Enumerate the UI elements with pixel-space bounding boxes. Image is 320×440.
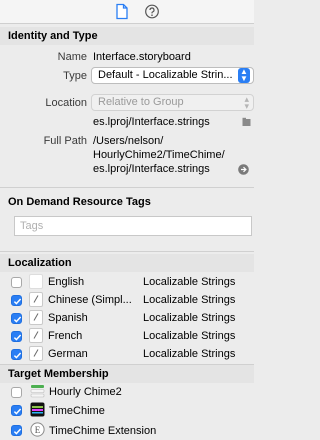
localization-language: German: [48, 348, 88, 360]
target-row: E TimeChime Extension: [0, 421, 254, 439]
section-divider: [0, 251, 254, 252]
target-section-header[interactable]: Target Membership: [0, 365, 254, 383]
strings-file-icon: [29, 274, 43, 289]
location-file-value: es.lproj/Interface.strings: [93, 116, 210, 128]
watch-app-icon: [30, 402, 45, 417]
location-label: Location: [45, 97, 87, 109]
localization-checkbox[interactable]: [11, 349, 22, 360]
localization-language: French: [48, 330, 83, 342]
location-stepper-icon: ▴ ▾: [244, 94, 249, 111]
localization-language: Chinese (Simpl...: [48, 294, 132, 306]
name-value[interactable]: Interface.storyboard: [93, 51, 191, 63]
section-divider: [0, 187, 254, 188]
inspector-tab-bar: [0, 0, 254, 24]
target-name: Hourly Chime2: [49, 386, 122, 398]
location-popup-value: Relative to Group: [98, 96, 184, 108]
localization-checkbox[interactable]: [11, 295, 22, 306]
target-checkbox[interactable]: [11, 405, 22, 416]
type-popup-value: Default - Localizable Strin...: [98, 69, 233, 81]
name-label: Name: [57, 51, 87, 63]
tags-input[interactable]: Tags: [14, 216, 252, 236]
localization-type: Localizable Strings: [143, 276, 236, 288]
target-row: Hourly Chime2: [0, 383, 254, 401]
localization-row: English Localizable Strings: [0, 273, 254, 291]
type-label: Type: [63, 70, 87, 82]
location-popup[interactable]: Relative to Group ▴ ▾: [91, 94, 254, 111]
fullpath-line-3: es.lproj/Interface.strings: [93, 163, 210, 175]
localization-row: Chinese (Simpl... Localizable Strings: [0, 291, 254, 309]
localization-row: Spanish Localizable Strings: [0, 309, 254, 327]
file-inspector-icon[interactable]: [114, 3, 130, 20]
quick-help-icon[interactable]: [144, 3, 160, 20]
target-checkbox[interactable]: [11, 387, 22, 398]
strings-file-icon: [29, 310, 43, 325]
extension-icon: E: [30, 422, 45, 437]
target-checkbox[interactable]: [11, 425, 22, 436]
localization-row: German Localizable Strings: [0, 345, 254, 363]
localization-type: Localizable Strings: [143, 348, 236, 360]
localization-type: Localizable Strings: [143, 294, 236, 306]
fullpath-line-1: /Users/nelson/: [93, 135, 164, 147]
localization-type: Localizable Strings: [143, 330, 236, 342]
identity-section-header[interactable]: Identity and Type: [0, 27, 254, 45]
odr-section-header[interactable]: On Demand Resource Tags: [0, 193, 254, 211]
strings-file-icon: [29, 292, 43, 307]
localization-checkbox[interactable]: [11, 331, 22, 342]
app-target-icon: [30, 384, 45, 398]
localization-section-header[interactable]: Localization: [0, 254, 254, 272]
folder-icon[interactable]: [242, 117, 251, 127]
svg-text:E: E: [35, 425, 41, 435]
strings-file-icon: [29, 328, 43, 343]
localization-list: English Localizable Strings Chinese (Sim…: [0, 273, 254, 363]
localization-type: Localizable Strings: [143, 312, 236, 324]
target-row: TimeChime: [0, 401, 254, 419]
popup-stepper-icon: ▲ ▼: [238, 68, 250, 83]
localization-checkbox[interactable]: [11, 313, 22, 324]
target-name: TimeChime: [49, 405, 105, 417]
localization-row: French Localizable Strings: [0, 327, 254, 345]
target-name: TimeChime Extension: [49, 425, 157, 437]
localization-checkbox[interactable]: [11, 277, 22, 288]
tags-placeholder: Tags: [20, 220, 44, 232]
strings-file-icon: [29, 346, 43, 361]
type-popup[interactable]: Default - Localizable Strin... ▲ ▼: [91, 67, 254, 84]
localization-language: English: [48, 276, 85, 288]
fullpath-line-2: HourlyChime2/TimeChime/: [93, 149, 225, 161]
reveal-in-finder-arrow-icon[interactable]: [238, 164, 249, 175]
localization-language: Spanish: [48, 312, 88, 324]
fullpath-label: Full Path: [43, 135, 87, 147]
